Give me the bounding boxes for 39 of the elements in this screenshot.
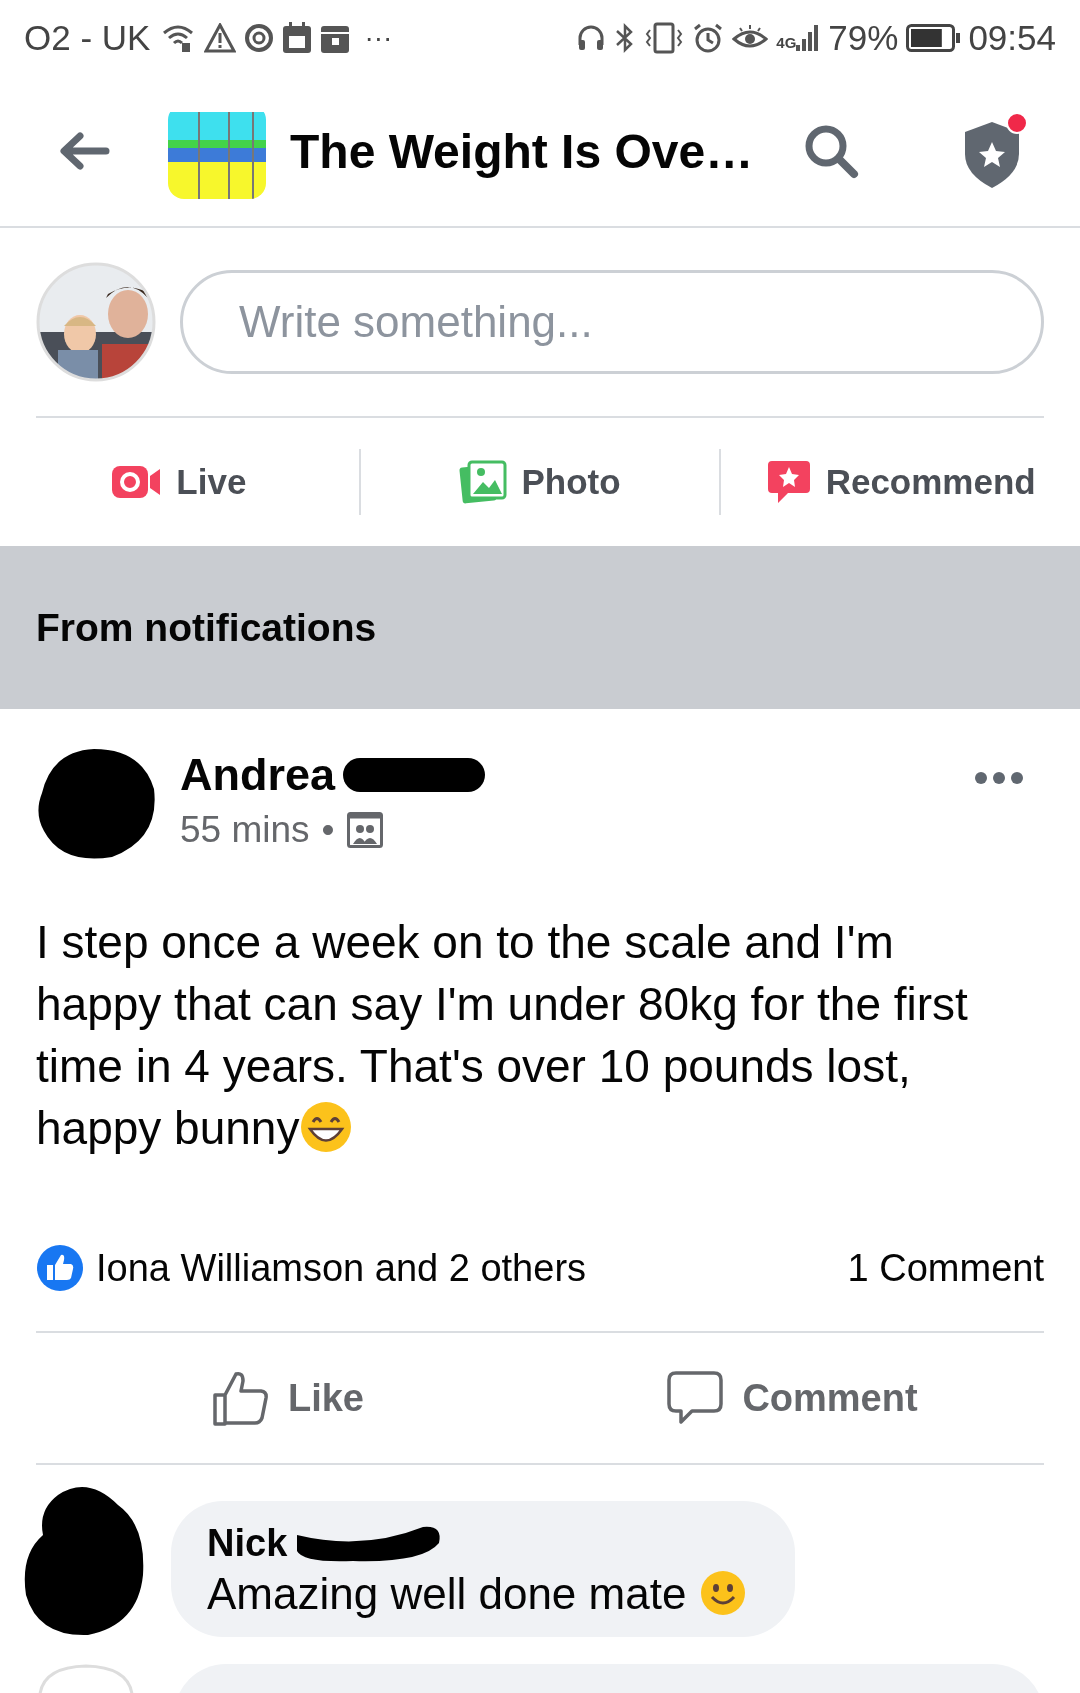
group-title: The Weight Is Ove… — [290, 123, 755, 179]
comment-count[interactable]: 1 Comment — [847, 1246, 1044, 1290]
alarm-clock-icon — [692, 22, 725, 54]
live-button[interactable]: Live — [0, 449, 359, 515]
carrier-name: O2 - UK — [24, 18, 151, 58]
star-bubble-icon — [765, 459, 812, 505]
recommend-button[interactable]: Recommend — [719, 449, 1080, 515]
battery-percentage: 79% — [828, 18, 899, 58]
comment-button[interactable]: Comment — [540, 1370, 1044, 1426]
smiling-face-icon — [698, 1569, 747, 1617]
like-button[interactable]: Like — [36, 1369, 540, 1427]
author-name[interactable]: Andrea — [180, 749, 336, 801]
video-camera-icon — [112, 464, 163, 500]
more-options-icon[interactable] — [974, 771, 1024, 785]
headphones-icon — [576, 23, 607, 53]
post-time: 55 mins — [180, 809, 310, 851]
more-notifications-indicator: ··· — [364, 22, 393, 54]
warning-icon — [204, 23, 237, 53]
signal-icon — [796, 23, 821, 53]
vibrate-icon — [644, 22, 685, 54]
battery-icon — [906, 24, 961, 52]
speech-bubble-icon — [666, 1370, 725, 1426]
separator-dot: • — [321, 809, 335, 851]
post-input-field[interactable]: Write something... — [180, 270, 1044, 374]
reaction-summary[interactable]: Iona Williamson and 2 others — [96, 1246, 848, 1290]
photo-button[interactable]: Photo — [358, 449, 720, 515]
commenter-name[interactable]: Nick — [207, 1521, 288, 1565]
section-title: From notifications — [36, 605, 377, 650]
clock-time: 09:54 — [968, 18, 1056, 58]
like-reaction-icon — [36, 1244, 84, 1292]
thumbs-up-icon — [211, 1369, 270, 1427]
post-text: I step once a week on to the scale and I'm happy that can say I'm under 80kg for the first time in 4 years. That's over 10 pounds lost, happy bunny — [36, 915, 969, 1156]
network-type: 4G — [776, 34, 797, 51]
back-arrow-icon[interactable] — [58, 131, 110, 171]
calendar-icon — [282, 22, 313, 54]
group-audience-icon — [346, 812, 383, 848]
comment-text: Amazing well done mate — [207, 1569, 747, 1619]
photo-icon — [459, 460, 508, 504]
grinning-face-icon — [299, 1100, 354, 1154]
